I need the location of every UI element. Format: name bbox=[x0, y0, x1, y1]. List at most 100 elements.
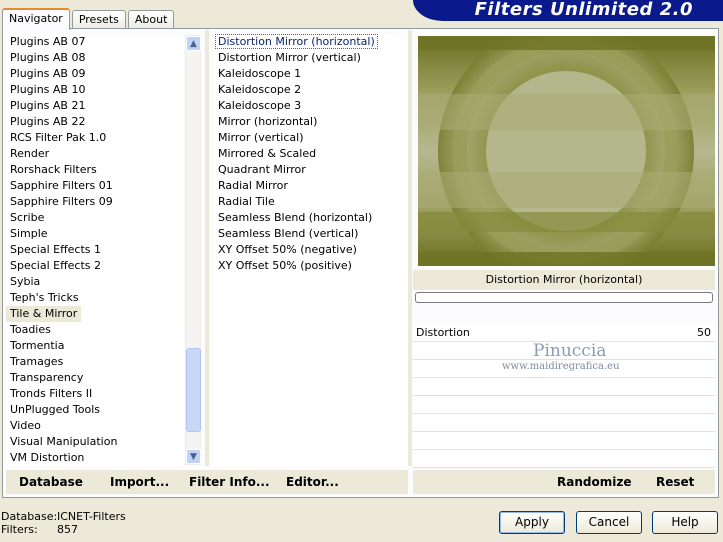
category-item[interactable]: Sapphire Filters 01 bbox=[6, 178, 184, 194]
filter-item[interactable]: Radial Tile bbox=[213, 194, 407, 210]
category-item[interactable]: Plugins AB 07 bbox=[6, 34, 184, 50]
filter-info-button[interactable]: Filter Info... bbox=[189, 475, 270, 489]
filter-label: Kaleidoscope 2 bbox=[218, 83, 302, 96]
filters-label: Filters: bbox=[1, 523, 38, 536]
filter-label: Distortion Mirror (horizontal) bbox=[215, 34, 378, 49]
category-item[interactable]: Plugins AB 21 bbox=[6, 98, 184, 114]
apply-button[interactable]: Apply bbox=[499, 511, 565, 534]
category-item[interactable]: Tile & Mirror bbox=[6, 306, 184, 322]
category-label: Scribe bbox=[10, 211, 45, 224]
scroll-thumb[interactable] bbox=[186, 348, 201, 432]
category-label: Video bbox=[10, 419, 41, 432]
category-label: Special Effects 1 bbox=[10, 243, 102, 256]
category-label: Tramages bbox=[10, 355, 64, 368]
category-scrollbar[interactable]: ▲ ▼ bbox=[185, 35, 201, 465]
category-item[interactable]: Plugins AB 22 bbox=[6, 114, 184, 130]
tab-presets[interactable]: Presets bbox=[71, 10, 126, 29]
category-item[interactable]: Rorshack Filters bbox=[6, 162, 184, 178]
category-item[interactable]: Special Effects 2 bbox=[6, 258, 184, 274]
category-item[interactable]: Special Effects 1 bbox=[6, 242, 184, 258]
filter-item[interactable]: Kaleidoscope 1 bbox=[213, 66, 407, 82]
parameter-row-empty bbox=[413, 378, 715, 396]
tab-about[interactable]: About bbox=[127, 10, 175, 29]
scroll-down-icon[interactable]: ▼ bbox=[186, 449, 201, 464]
category-item[interactable]: VM Distortion bbox=[6, 450, 184, 466]
reset-button[interactable]: Reset bbox=[656, 475, 694, 489]
filter-label: Distortion Mirror (vertical) bbox=[218, 51, 361, 64]
category-item[interactable]: Render bbox=[6, 146, 184, 162]
help-button[interactable]: Help bbox=[652, 511, 718, 534]
category-label: Rorshack Filters bbox=[10, 163, 97, 176]
filter-item[interactable]: Mirror (vertical) bbox=[213, 130, 407, 146]
category-item[interactable]: Plugins AB 10 bbox=[6, 82, 184, 98]
filter-label: Mirror (horizontal) bbox=[218, 115, 318, 128]
filter-label: Kaleidoscope 3 bbox=[218, 99, 302, 112]
preview-caption: Distortion Mirror (horizontal) bbox=[413, 270, 715, 290]
filter-item[interactable]: XY Offset 50% (negative) bbox=[213, 242, 407, 258]
category-item[interactable]: Visual Manipulation bbox=[6, 434, 184, 450]
filter-label: Radial Tile bbox=[218, 195, 275, 208]
preview-image bbox=[418, 36, 715, 266]
category-item[interactable]: Scribe bbox=[6, 210, 184, 226]
category-label: RCS Filter Pak 1.0 bbox=[10, 131, 107, 144]
category-item[interactable]: Tramages bbox=[6, 354, 184, 370]
category-label: Plugins AB 22 bbox=[10, 115, 86, 128]
filter-item[interactable]: XY Offset 50% (positive) bbox=[213, 258, 407, 274]
category-item[interactable]: UnPlugged Tools bbox=[6, 402, 184, 418]
editor-button[interactable]: Editor... bbox=[286, 475, 339, 489]
category-item[interactable]: Video bbox=[6, 418, 184, 434]
category-item[interactable]: Sapphire Filters 09 bbox=[6, 194, 184, 210]
category-item[interactable]: RCS Filter Pak 1.0 bbox=[6, 130, 184, 146]
filter-label: Mirrored & Scaled bbox=[218, 147, 317, 160]
filter-item[interactable]: Quadrant Mirror bbox=[213, 162, 407, 178]
filter-item[interactable]: Seamless Blend (vertical) bbox=[213, 226, 407, 242]
category-item[interactable]: Sybia bbox=[6, 274, 184, 290]
cancel-button[interactable]: Cancel bbox=[576, 511, 642, 534]
category-label: Sybia bbox=[10, 275, 41, 288]
status-area: Database:ICNET-Filters Filters: 857 bbox=[1, 510, 126, 536]
filter-item[interactable]: Radial Mirror bbox=[213, 178, 407, 194]
filter-item[interactable]: Kaleidoscope 2 bbox=[213, 82, 407, 98]
category-item[interactable]: Tronds Filters II bbox=[6, 386, 184, 402]
watermark-url: www.maidiregrafica.eu bbox=[502, 361, 620, 372]
divider bbox=[205, 30, 209, 466]
category-label: Transparency bbox=[10, 371, 84, 384]
randomize-button[interactable]: Randomize bbox=[557, 475, 631, 489]
filter-label: XY Offset 50% (negative) bbox=[218, 243, 357, 256]
filter-item[interactable]: Distortion Mirror (horizontal) bbox=[213, 34, 407, 50]
parameter-row-empty bbox=[413, 432, 715, 450]
filter-label: Quadrant Mirror bbox=[218, 163, 306, 176]
filter-item[interactable]: Distortion Mirror (vertical) bbox=[213, 50, 407, 66]
filter-item[interactable]: Kaleidoscope 3 bbox=[213, 98, 407, 114]
category-label: Render bbox=[10, 147, 50, 160]
category-item[interactable]: Tormentia bbox=[6, 338, 184, 354]
parameter-row-empty bbox=[413, 450, 715, 468]
category-list[interactable]: Plugins AB 07 Plugins AB 08 Plugins AB 09 P… bbox=[6, 34, 184, 466]
category-item[interactable]: Teph's Tricks bbox=[6, 290, 184, 306]
filter-list[interactable]: Distortion Mirror (horizontal) Distortion… bbox=[213, 34, 407, 466]
tab-navigator[interactable]: Navigator bbox=[2, 8, 70, 30]
tab-strip: Navigator Presets About bbox=[2, 8, 176, 30]
category-item[interactable]: Transparency bbox=[6, 370, 184, 386]
filter-label: Mirror (vertical) bbox=[218, 131, 304, 144]
import-button[interactable]: Import... bbox=[110, 475, 169, 489]
filter-item[interactable]: Seamless Blend (horizontal) bbox=[213, 210, 407, 226]
filter-label: Seamless Blend (vertical) bbox=[218, 227, 359, 240]
category-label: Visual Manipulation bbox=[10, 435, 118, 448]
database-button[interactable]: Database bbox=[19, 475, 83, 489]
filter-label: Seamless Blend (horizontal) bbox=[218, 211, 373, 224]
parameter-row-empty bbox=[413, 396, 715, 414]
category-label: Plugins AB 09 bbox=[10, 67, 86, 80]
filter-item[interactable]: Mirror (horizontal) bbox=[213, 114, 407, 130]
scroll-up-icon[interactable]: ▲ bbox=[186, 36, 201, 51]
title-banner: Filters Unlimited 2.0 bbox=[413, 0, 723, 21]
database-label: Database: bbox=[1, 510, 58, 523]
category-label: Plugins AB 21 bbox=[10, 99, 86, 112]
category-item[interactable]: Simple bbox=[6, 226, 184, 242]
progress-bar bbox=[415, 292, 713, 303]
category-item[interactable]: Toadies bbox=[6, 322, 184, 338]
category-item[interactable]: Plugins AB 08 bbox=[6, 50, 184, 66]
category-item[interactable]: Plugins AB 09 bbox=[6, 66, 184, 82]
filter-item[interactable]: Mirrored & Scaled bbox=[213, 146, 407, 162]
parameter-row-distortion[interactable]: Distortion 50 bbox=[413, 324, 715, 342]
